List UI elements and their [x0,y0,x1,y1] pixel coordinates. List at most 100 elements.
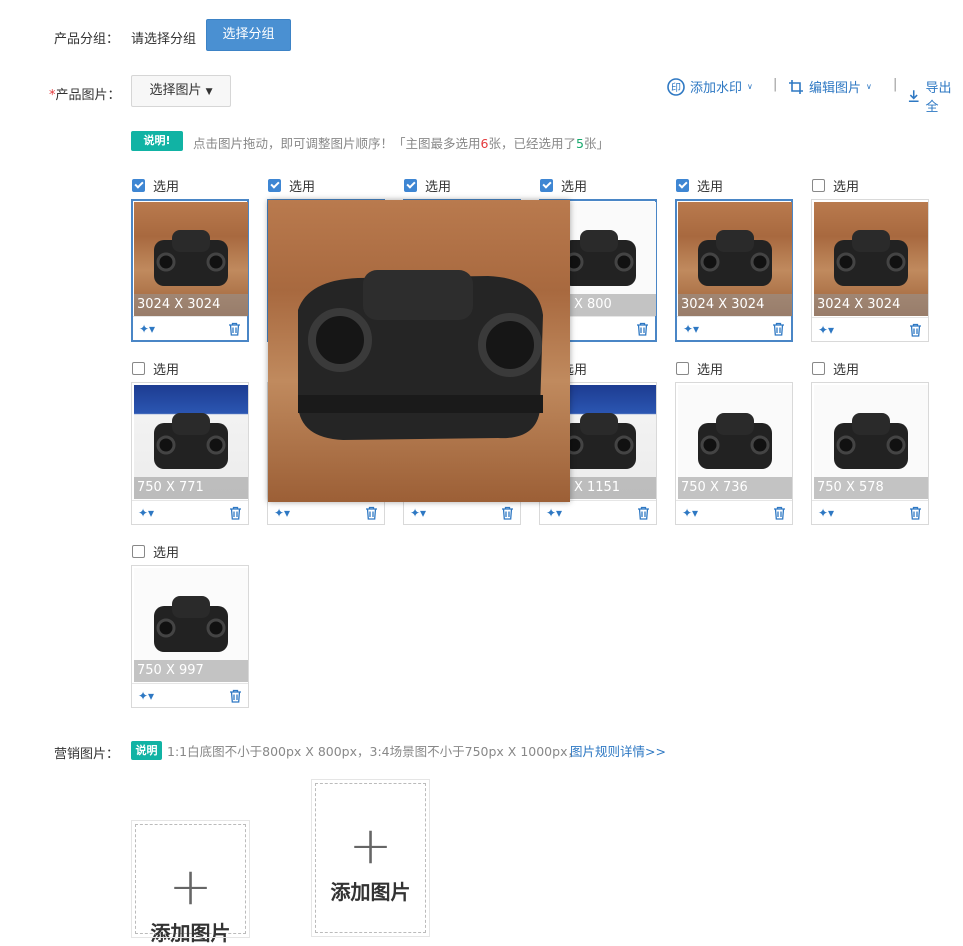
edit-image-label: 编辑图片 [809,81,862,96]
image-card[interactable]: 750 X 771 ✦▾ [131,382,249,525]
card-toolbar: ✦▾ [133,316,247,340]
select-group-button[interactable]: 选择分组 [206,19,291,51]
magic-wand-icon[interactable]: ✦▾ [818,323,834,337]
marketing-label: 营销图片： [54,747,120,762]
card-toolbar: ✦▾ [812,317,928,341]
product-thumbnail[interactable]: 750 X 771 [134,385,248,499]
trash-icon[interactable] [365,506,378,520]
select-checkbox-row[interactable]: 选用 [132,359,179,378]
chevron-down-icon: ▼ [205,87,213,97]
select-checkbox[interactable] [132,179,145,192]
image-dimension: 3024 X 3024 [134,294,248,316]
select-images-button[interactable]: 选择图片 ▼ [131,75,231,107]
select-checkbox[interactable] [132,545,145,558]
select-checkbox-row[interactable]: 选用 [540,176,587,195]
trash-icon[interactable] [636,322,649,336]
trash-icon[interactable] [637,506,650,520]
select-checkbox[interactable] [404,179,417,192]
select-checkbox[interactable] [540,179,553,192]
image-preview-popup [268,200,570,502]
product-thumbnail[interactable]: 750 X 736 [678,385,792,499]
card-toolbar: ✦▾ [404,500,520,524]
select-label: 选用 [697,180,724,195]
export-button[interactable]: 导出全 [907,77,963,115]
add-watermark-label: 添加水印 [690,81,743,96]
product-thumbnail[interactable]: 3024 X 3024 [678,202,792,316]
image-card[interactable]: 750 X 736 ✦▾ [675,382,793,525]
select-label: 选用 [153,546,180,561]
product-clamp-icon [298,270,543,440]
add-image-label: 添加图片 [330,880,411,904]
edit-image-button[interactable]: 编辑图片 ∨ [788,77,872,96]
plus-icon: + [168,857,213,917]
add-image-scene-button[interactable]: + 添加图片 [311,779,430,937]
trash-icon[interactable] [909,323,922,337]
magic-wand-icon[interactable]: ✦▾ [546,506,562,520]
trash-icon[interactable] [909,506,922,520]
hint-text: 点击图片拖动，即可调整图片顺序！「主图最多选用 [193,136,481,151]
tool-separator: | [893,77,898,92]
card-toolbar: ✦▾ [132,500,248,524]
magic-wand-icon[interactable]: ✦▾ [274,506,290,520]
select-checkbox[interactable] [268,179,281,192]
trash-icon[interactable] [229,506,242,520]
select-checkbox-row[interactable]: 选用 [132,176,179,195]
select-label: 选用 [289,180,316,195]
tool-separator: | [773,77,778,92]
select-checkbox-row[interactable]: 选用 [812,176,859,195]
select-checkbox-row[interactable]: 选用 [132,542,179,561]
magic-wand-icon[interactable]: ✦▾ [818,506,834,520]
magic-wand-icon[interactable]: ✦▾ [410,506,426,520]
select-label: 选用 [153,180,180,195]
images-label-text: 产品图片： [55,88,121,103]
product-thumbnail[interactable]: 3024 X 3024 [134,202,248,316]
select-checkbox[interactable] [676,362,689,375]
image-dimension: 750 X 997 [134,660,248,682]
magic-wand-icon[interactable]: ✦▾ [682,506,698,520]
marketing-hint: 1:1白底图不小于800px X 800px，3:4场景图不小于750px X … [167,744,580,759]
trash-icon[interactable] [772,322,785,336]
card-toolbar: ✦▾ [132,683,248,707]
magic-wand-icon[interactable]: ✦▾ [683,322,699,336]
magic-wand-icon[interactable]: ✦▾ [138,689,154,703]
product-thumbnail[interactable]: 750 X 578 [814,385,928,499]
images-label: *产品图片： [49,84,121,103]
image-card[interactable]: 3024 X 3024 ✦▾ [675,199,793,342]
image-rules-link[interactable]: 图片规则详情>> [570,741,666,760]
plus-icon: + [348,816,393,876]
select-checkbox-row[interactable]: 选用 [676,176,723,195]
hint-used: 5 [575,136,584,151]
image-dimension: 3024 X 3024 [814,294,928,316]
drag-hint: 点击图片拖动，即可调整图片顺序！「主图最多选用6张，已经选用了5张」 [193,133,609,152]
select-checkbox[interactable] [812,362,825,375]
trash-icon[interactable] [228,322,241,336]
select-checkbox[interactable] [676,179,689,192]
select-label: 选用 [153,363,180,378]
add-watermark-button[interactable]: 印 添加水印 ∨ [667,77,753,96]
add-image-white-button[interactable]: + 添加图片 [131,820,250,945]
product-thumbnail[interactable]: 750 X 997 [134,568,248,682]
download-icon [908,90,919,103]
select-checkbox[interactable] [132,362,145,375]
magic-wand-icon[interactable]: ✦▾ [138,506,154,520]
image-card[interactable]: 3024 X 3024 ✦▾ [811,199,929,342]
image-dimension: 750 X 771 [134,477,248,499]
trash-icon[interactable] [773,506,786,520]
image-card[interactable]: 750 X 997 ✦▾ [131,565,249,708]
watermark-icon: 印 [667,77,685,96]
info-badge: 说明! [131,131,183,151]
image-dimension: 750 X 578 [814,477,928,499]
export-label: 导出全 [925,81,952,115]
select-checkbox[interactable] [812,179,825,192]
trash-icon[interactable] [501,506,514,520]
select-checkbox-row[interactable]: 选用 [404,176,451,195]
image-card[interactable]: 3024 X 3024 ✦▾ [131,199,249,342]
select-checkbox-row[interactable]: 选用 [812,359,859,378]
image-card[interactable]: 750 X 578 ✦▾ [811,382,929,525]
magic-wand-icon[interactable]: ✦▾ [139,322,155,336]
select-checkbox-row[interactable]: 选用 [676,359,723,378]
image-dimension: 3024 X 3024 [678,294,792,316]
select-checkbox-row[interactable]: 选用 [268,176,315,195]
product-thumbnail[interactable]: 3024 X 3024 [814,202,928,316]
trash-icon[interactable] [229,689,242,703]
